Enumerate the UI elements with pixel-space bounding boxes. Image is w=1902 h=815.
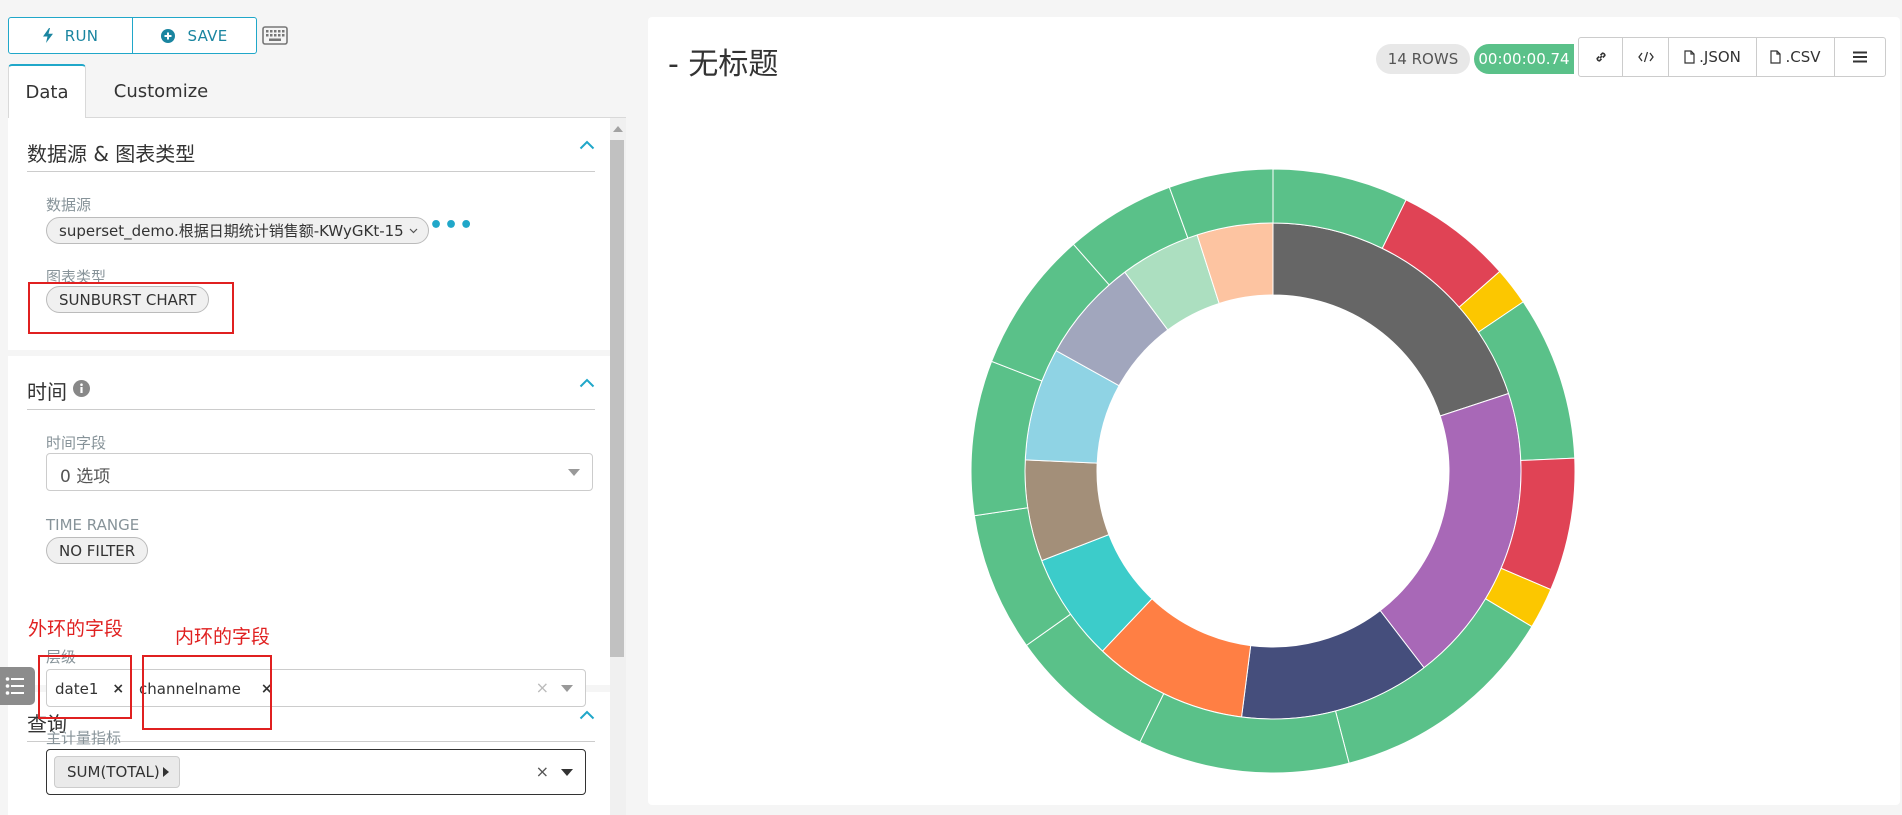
sunburst-chart[interactable] (648, 17, 1900, 805)
chevron-up-icon[interactable] (579, 378, 595, 388)
chart-panel: - 无标题 14 ROWS 00:00:00.74 .JSON .CSV (648, 17, 1900, 805)
time-range-select[interactable]: NO FILTER (46, 537, 149, 564)
time-field-placeholder: 0 选项 (60, 467, 111, 487)
chevron-down-icon (409, 228, 418, 233)
action-button-group: RUN SAVE (8, 17, 257, 54)
datasource-label: 数据源 (46, 196, 92, 214)
chevron-up-icon[interactable] (579, 140, 595, 150)
caret-down-icon[interactable] (561, 685, 573, 692)
metric-tag[interactable]: SUM(TOTAL) (54, 756, 180, 788)
control-panel: RUN SAVE Data Customize 数据源 & 图表类型 数据源 s… (0, 0, 626, 815)
run-button[interactable]: RUN (9, 18, 133, 53)
outer-ring-annotation: 外环的字段 (28, 618, 124, 640)
run-button-label: RUN (64, 26, 99, 45)
caret-down-icon (568, 469, 580, 476)
save-button-label: SAVE (187, 26, 228, 45)
metric-tag-label: SUM(TOTAL) (67, 763, 160, 781)
datasource-section-header[interactable]: 数据源 & 图表类型 (27, 118, 595, 172)
datasource-select[interactable]: superset_demo.根据日期统计销售额-KWyGKt-15 (46, 217, 429, 244)
chevron-up-icon[interactable] (579, 710, 595, 720)
save-button[interactable]: SAVE (133, 18, 256, 53)
tab-customize[interactable]: Customize (88, 64, 234, 118)
inner-ring-annotation: 内环的字段 (175, 626, 271, 648)
time-range-label: TIME RANGE (46, 516, 140, 534)
list-icon (5, 677, 24, 695)
datasource-more-icon[interactable]: ••• (429, 213, 474, 238)
clear-icon[interactable]: × (536, 762, 549, 781)
datasource-value: superset_demo.根据日期统计销售额-KWyGKt-15 (59, 222, 404, 240)
outer-ring-highlight-box (38, 655, 132, 719)
caret-down-icon[interactable] (561, 769, 573, 776)
time-field-label: 时间字段 (46, 434, 107, 452)
caret-right-icon (162, 767, 169, 777)
clear-icon[interactable]: × (536, 678, 549, 697)
info-icon[interactable] (73, 380, 90, 397)
metric-label: 主计量指标 (46, 729, 122, 747)
keyboard-icon[interactable] (262, 26, 288, 45)
panel-scrollbar-thumb[interactable] (610, 140, 624, 657)
scroll-up-arrow-icon[interactable] (613, 126, 623, 132)
time-field-select[interactable]: 0 选项 (46, 453, 593, 491)
tab-data[interactable]: Data (8, 64, 86, 119)
datasource-section-title: 数据源 & 图表类型 (27, 142, 196, 166)
time-section-header[interactable]: 时间 (27, 356, 595, 410)
plus-circle-icon (161, 28, 176, 43)
metric-select[interactable]: SUM(TOTAL) × (46, 749, 586, 795)
chart-type-highlight-box (28, 282, 234, 334)
time-range-value: NO FILTER (59, 541, 136, 560)
time-section-title: 时间 (27, 380, 67, 404)
panel-tabs: Data Customize (8, 64, 626, 119)
inner-ring-highlight-box (142, 655, 272, 730)
lightning-icon (42, 28, 53, 43)
side-panel-toggle[interactable] (0, 667, 35, 705)
